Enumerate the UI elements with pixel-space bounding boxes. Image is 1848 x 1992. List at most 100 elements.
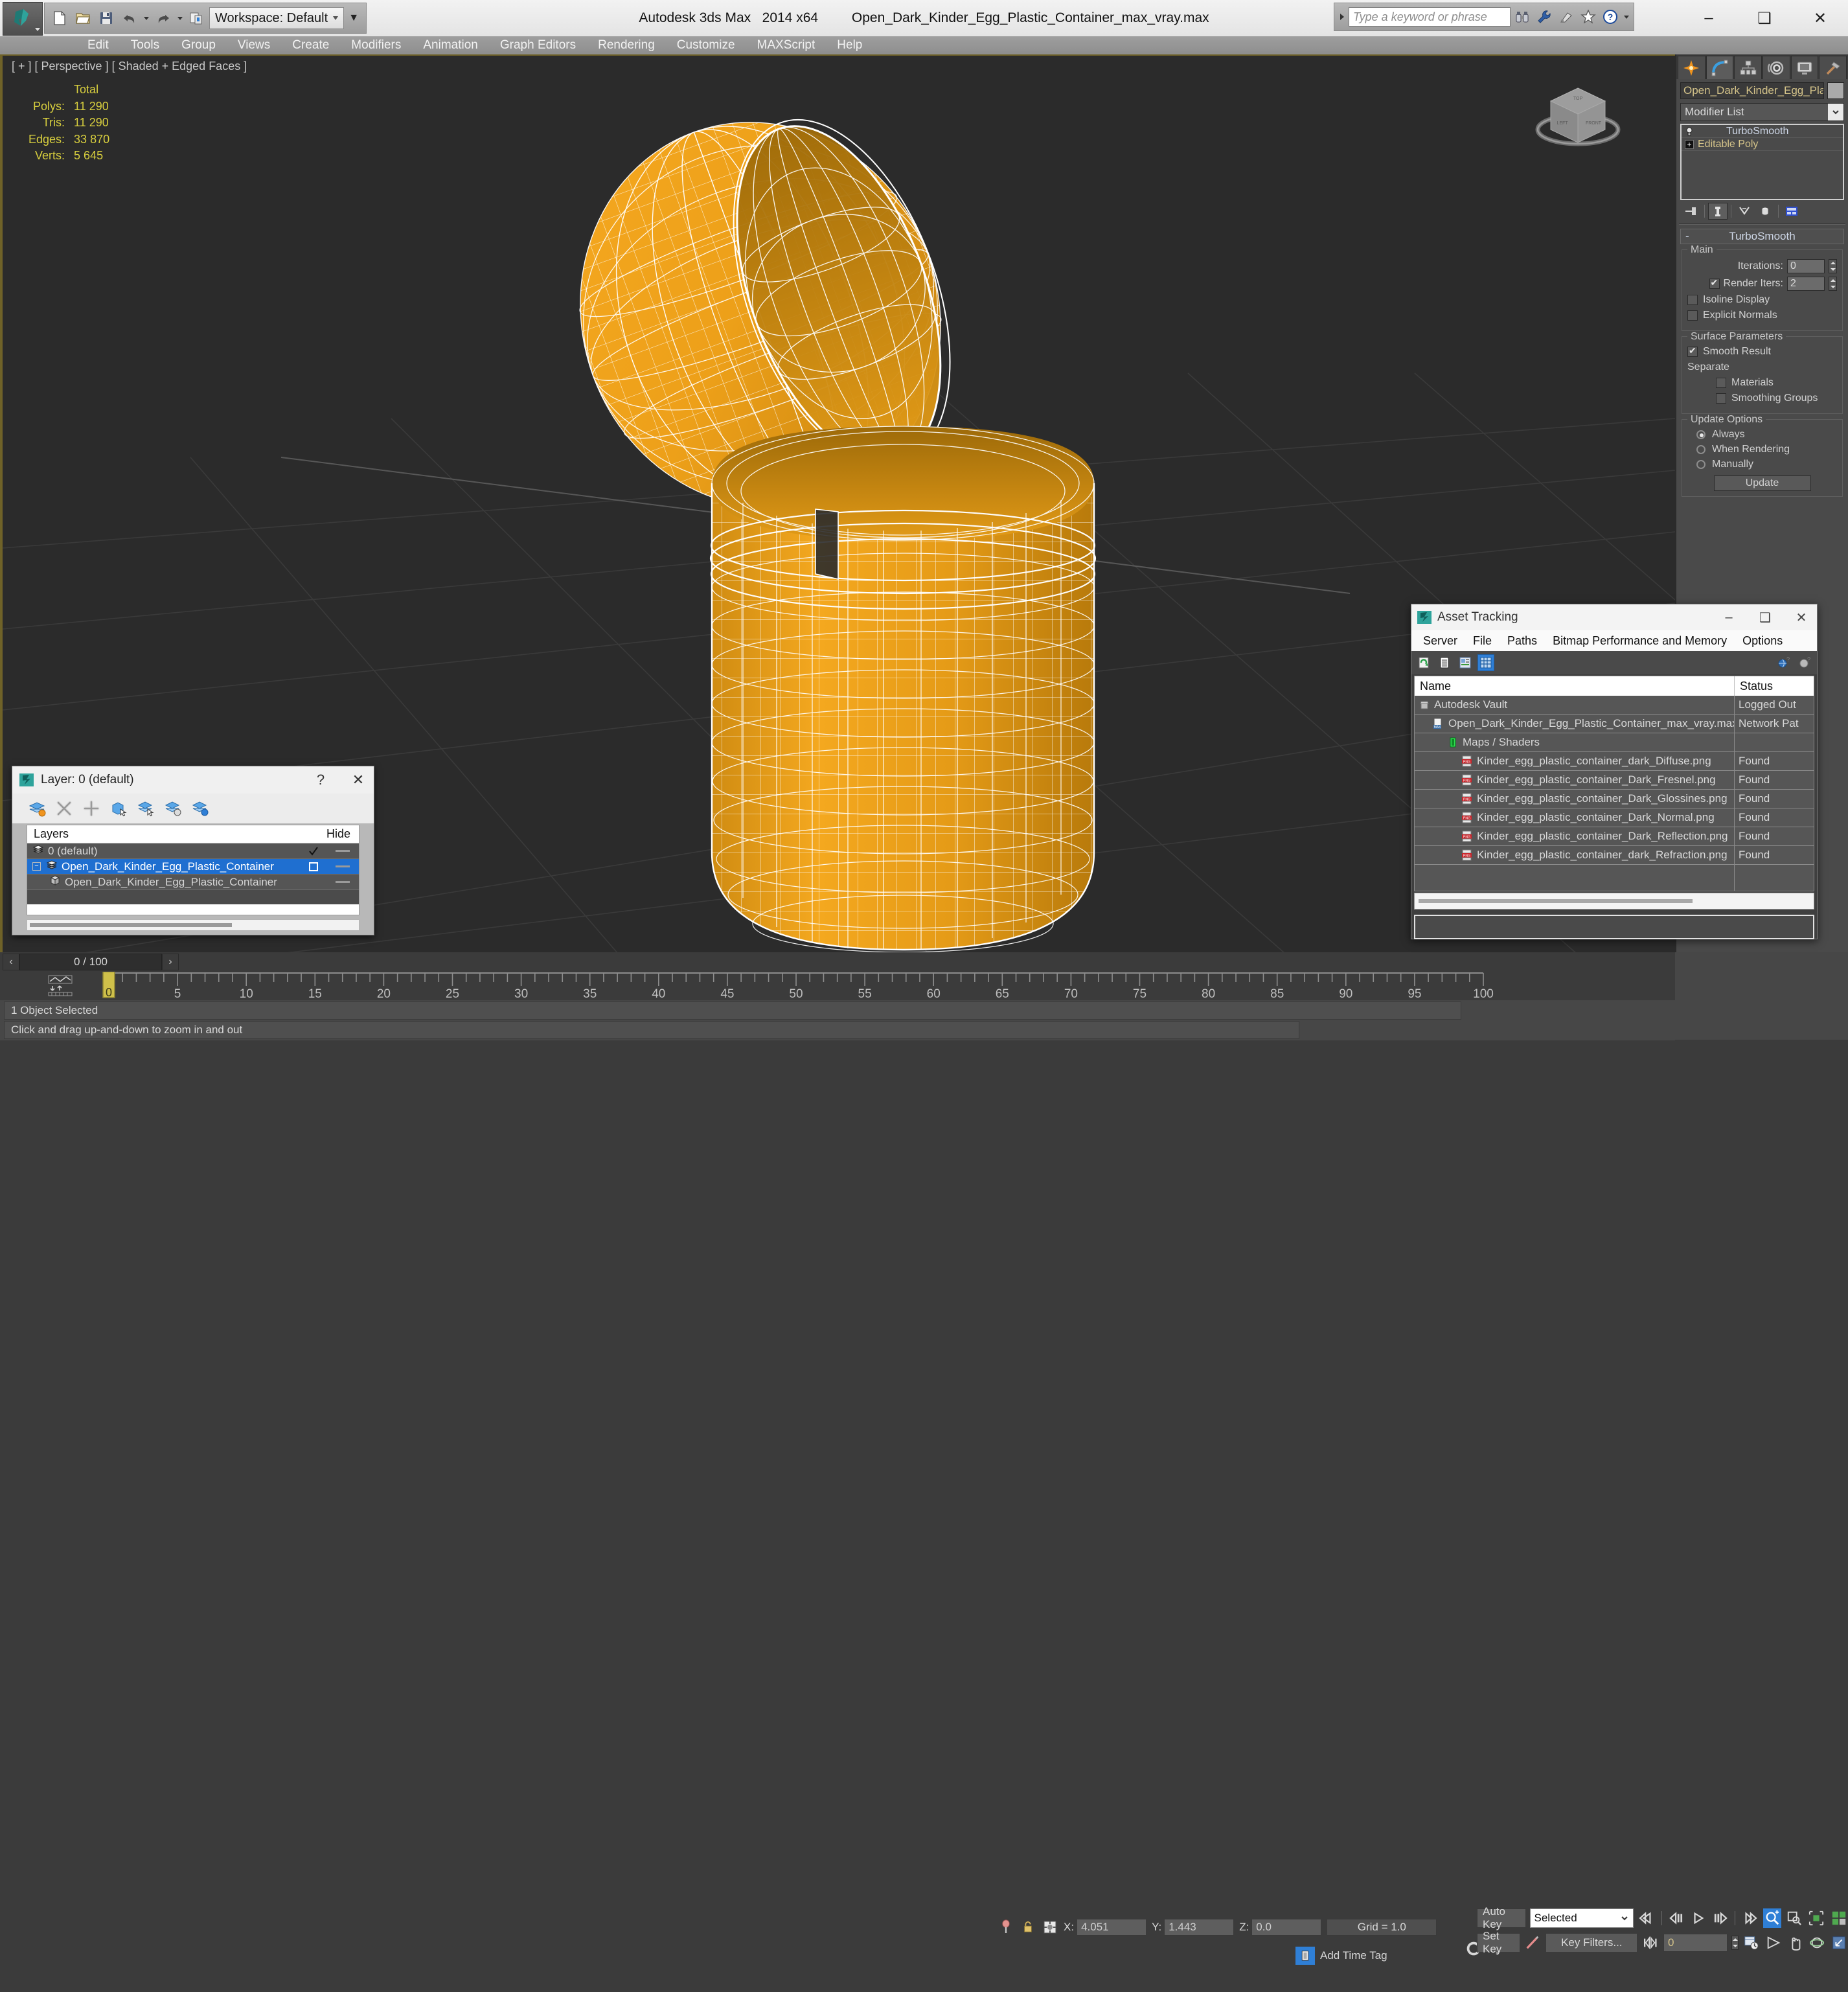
radio-when-rendering[interactable] — [1696, 445, 1705, 454]
asset-menu-server[interactable]: Server — [1415, 630, 1465, 651]
object-name-field[interactable]: Open_Dark_Kinder_Egg_Plas — [1680, 82, 1824, 99]
select-object-layer-icon[interactable] — [108, 798, 129, 819]
timeline-ruler-svg[interactable]: 0 5 10 15 20 25 30 35 40 45 50 55 60 65 70 75 80 85 90 95 10… — [0, 971, 1675, 1001]
menu-item-group[interactable]: Group — [170, 36, 227, 54]
motion-tab[interactable] — [1762, 56, 1790, 79]
asset-row[interactable]: PNG Kinder_egg_plastic_container_Dark_Ref… — [1415, 827, 1814, 846]
new-file-button[interactable] — [49, 7, 71, 29]
materials-row[interactable]: Materials — [1687, 377, 1837, 389]
layer-list-hscrollbar[interactable] — [27, 919, 359, 931]
layer-current-toggle[interactable] — [301, 862, 326, 872]
asset-row[interactable]: PNG Kinder_egg_plastic_container_Dark_Nor… — [1415, 808, 1814, 827]
search-expand-icon[interactable] — [1337, 7, 1347, 27]
menu-item-edit[interactable]: Edit — [76, 36, 120, 54]
menu-item-help[interactable]: Help — [826, 36, 873, 54]
timeline-ruler[interactable]: 0 5 10 15 20 25 30 35 40 45 50 55 60 65 70 75 80 85 90 95 10… — [0, 971, 1675, 1001]
iterations-field[interactable]: 0 — [1787, 259, 1825, 273]
key-mode-select[interactable]: Selected — [1529, 1908, 1634, 1928]
redo-dropdown-caret-icon[interactable] — [177, 16, 183, 20]
asset-menu-paths[interactable]: Paths — [1500, 630, 1545, 651]
smoothing-groups-row[interactable]: Smoothing Groups — [1687, 393, 1837, 404]
grid-view-icon[interactable] — [1477, 654, 1494, 671]
select-highlighted-layer-icon[interactable] — [135, 798, 156, 819]
object-color-swatch[interactable] — [1827, 82, 1844, 99]
key-mode-nav-icon[interactable] — [1641, 1933, 1660, 1952]
set-key-button[interactable]: Set Key — [1477, 1930, 1520, 1955]
layer-hide-toggle[interactable] — [326, 850, 359, 852]
save-file-button[interactable] — [95, 7, 117, 29]
viewport-label[interactable]: [ + ] [ Perspective ] [ Shaded + Edged F… — [12, 60, 247, 73]
next-frame-button[interactable]: › — [162, 954, 179, 970]
key-frame-field[interactable]: 0 — [1663, 1934, 1728, 1952]
go-to-end-icon[interactable] — [1740, 1908, 1759, 1928]
display-tab[interactable] — [1790, 56, 1819, 79]
asset-row[interactable]: PNG Kinder_egg_plastic_container_dark_Dif… — [1415, 751, 1814, 771]
modifier-stack[interactable]: TurboSmooth + Editable Poly — [1680, 124, 1844, 200]
undo-button[interactable] — [119, 7, 141, 29]
current-layer-check-icon[interactable] — [301, 845, 326, 857]
iterations-spinner[interactable] — [1829, 259, 1837, 273]
help-globe-icon[interactable]: ? — [1775, 654, 1792, 671]
modifier-stack-item-turbosmooth[interactable]: TurboSmooth — [1682, 125, 1843, 138]
coord-y-field[interactable]: 1.443 — [1164, 1919, 1235, 1936]
time-tag-icon[interactable] — [1295, 1947, 1315, 1965]
create-tab[interactable] — [1678, 56, 1705, 79]
zoom-extents-icon[interactable] — [1807, 1908, 1825, 1928]
star-icon[interactable] — [1578, 6, 1599, 27]
layer-hide-toggle[interactable] — [326, 881, 359, 883]
render-iters-checkbox[interactable] — [1709, 277, 1720, 289]
modify-tab[interactable] — [1705, 56, 1734, 79]
isoline-display-row[interactable]: Isoline Display — [1687, 294, 1837, 306]
binoculars-icon[interactable] — [1512, 6, 1533, 27]
maximize-viewport-icon[interactable] — [1830, 1933, 1848, 1952]
turbosmooth-rollout-header[interactable]: - TurboSmooth — [1680, 229, 1844, 244]
expand-collapse-icon[interactable]: − — [32, 862, 41, 871]
modifier-list-dropdown[interactable]: Modifier List — [1680, 103, 1844, 121]
wrench-icon[interactable] — [1534, 6, 1555, 27]
add-time-tag-area[interactable]: Add Time Tag — [1295, 1945, 1387, 1967]
layer-row[interactable]: − Open_Dark_Kinder_Egg_Plastic_Container — [27, 859, 359, 875]
close-button[interactable]: ✕ — [1792, 0, 1848, 36]
key-frame-spinner[interactable] — [1731, 1936, 1739, 1950]
render-iters-spinner[interactable] — [1829, 277, 1837, 291]
update-option-manually[interactable]: Manually — [1687, 459, 1837, 470]
asset-table-hscrollbar[interactable] — [1414, 893, 1814, 910]
application-menu-button[interactable] — [3, 2, 43, 36]
configure-modifier-sets-icon[interactable] — [1782, 203, 1801, 220]
asset-menu-file[interactable]: File — [1465, 630, 1500, 651]
plus-box-icon[interactable]: + — [1685, 139, 1694, 149]
modifier-stack-item-editable-poly[interactable]: + Editable Poly — [1682, 138, 1843, 151]
pin-icon[interactable] — [998, 1919, 1014, 1936]
menu-item-tools[interactable]: Tools — [120, 36, 170, 54]
track-view-key-icon[interactable] — [47, 974, 74, 998]
explicit-normals-row[interactable]: Explicit Normals — [1687, 310, 1837, 321]
help-icon[interactable]: ? — [1600, 6, 1621, 27]
scroll-thumb[interactable] — [30, 923, 233, 927]
help-question-icon[interactable]: ? — [1796, 654, 1813, 671]
smoothing-groups-checkbox[interactable] — [1716, 393, 1726, 404]
smooth-result-checkbox[interactable] — [1687, 345, 1698, 357]
asset-row[interactable]: PNG Kinder_egg_plastic_container_Dark_Fre… — [1415, 770, 1814, 790]
render-iters-field[interactable]: 2 — [1787, 277, 1825, 291]
update-option-always[interactable]: Always — [1687, 429, 1837, 441]
workspace-more-button[interactable]: ▼ — [345, 7, 362, 29]
next-frame-icon[interactable] — [1711, 1908, 1729, 1928]
lock-icon[interactable] — [1020, 1919, 1036, 1936]
coord-z-field[interactable]: 0.0 — [1251, 1919, 1322, 1936]
asset-menu-options[interactable]: Options — [1735, 630, 1790, 651]
make-unique-icon[interactable] — [1735, 203, 1754, 220]
new-layer-icon[interactable] — [27, 798, 47, 819]
field-of-view-icon[interactable] — [1764, 1933, 1783, 1952]
highlight-selected-objects-layer-icon[interactable] — [163, 798, 183, 819]
auto-key-button[interactable]: Auto Key — [1477, 1905, 1526, 1930]
menu-item-graph-editors[interactable]: Graph Editors — [489, 36, 587, 54]
hierarchy-tab[interactable] — [1734, 56, 1762, 79]
remove-modifier-icon[interactable] — [1755, 203, 1775, 220]
zoom-extents-all-icon[interactable] — [1830, 1908, 1848, 1928]
add-layer-icon[interactable] — [81, 798, 102, 819]
show-end-result-icon[interactable] — [1708, 203, 1728, 220]
absolute-relative-icon[interactable] — [1042, 1919, 1058, 1936]
open-file-button[interactable] — [72, 7, 94, 29]
previous-frame-icon[interactable] — [1667, 1908, 1685, 1928]
asset-row[interactable]: Maps / Shaders — [1415, 733, 1814, 752]
